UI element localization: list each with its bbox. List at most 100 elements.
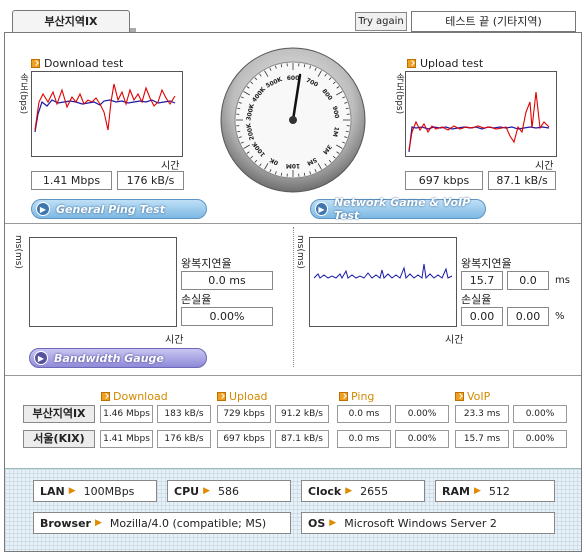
ping-left-y-label: ms(ms): [13, 235, 23, 269]
ping-right-loss-b: 0.00: [507, 307, 549, 326]
ping-left-rtt-label: 왕복지연율: [181, 257, 232, 270]
os-key: OS: [308, 516, 326, 530]
download-chart: [31, 71, 183, 157]
os-info: OS ▶ Microsoft Windows Server 2: [301, 512, 555, 534]
ping-left-loss-label: 손실율: [181, 293, 212, 306]
ping-right-loss-a: 0.00: [461, 307, 503, 326]
arrow-right-icon: ▶: [315, 202, 328, 216]
main-panel: Download test 속도(bps) 시간 1.41 Mbps 176 k…: [4, 32, 582, 552]
header-ping: Ping: [339, 390, 374, 403]
table-cell: 0.00%: [513, 430, 567, 448]
upload-chart: [405, 71, 557, 157]
clock-key: Clock: [308, 484, 342, 498]
lan-value: 100MBps: [83, 484, 135, 498]
cpu-info: CPU ▶ 586: [167, 480, 291, 502]
cpu-key: CPU: [174, 484, 200, 498]
network-game-voip-label: Network Game & VoIP Test: [333, 196, 471, 222]
upload-kbs: 87.1 kB/s: [488, 171, 556, 190]
ping-right-x-label: 시간: [445, 335, 464, 346]
row-label-seoul-kix: 서울(KIX): [23, 430, 95, 448]
dotted-divider: [293, 227, 294, 367]
bandwidth-gauge-button[interactable]: ▶ Bandwidth Gauge: [29, 348, 207, 368]
lan-info: LAN ▶ 100MBps: [33, 480, 157, 502]
arrow-right-icon: ▶: [34, 351, 48, 365]
row-label-busan-ix: 부산지역IX: [23, 405, 95, 423]
checkbox-icon: [31, 59, 40, 68]
table-cell: 729 kbps: [217, 405, 271, 423]
ping-left-loss-value: 0.00%: [181, 307, 273, 326]
upload-title-label: Upload test: [420, 57, 484, 70]
upload-x-label: 시간: [535, 161, 554, 172]
download-mbps: 1.41 Mbps: [31, 171, 112, 190]
triangle-right-icon: ▶: [345, 486, 353, 496]
os-value: Microsoft Windows Server 2: [344, 516, 497, 530]
ping-left-rtt-value: 0.0 ms: [181, 271, 273, 290]
header-upload-label: Upload: [229, 390, 268, 403]
download-title: Download test: [31, 57, 123, 70]
table-cell: 1.46 Mbps: [100, 405, 153, 423]
clock-value: 2655: [360, 484, 389, 498]
table-cell: 15.7 ms: [455, 430, 509, 448]
divider: [5, 223, 581, 224]
ping-right-rtt-label: 왕복지연율: [461, 257, 512, 270]
table-cell: 0.0 ms: [337, 430, 391, 448]
download-kbs: 176 kB/s: [117, 171, 184, 190]
try-again-button[interactable]: Try again: [355, 12, 407, 31]
ping-right-rtt-unit: ms: [555, 275, 570, 286]
system-info-panel: LAN ▶ 100MBps CPU ▶ 586 Clock ▶ 2655 RAM…: [5, 468, 581, 551]
download-x-label: 시간: [161, 161, 180, 172]
cpu-value: 586: [218, 484, 239, 498]
general-ping-test-label: General Ping Test: [56, 202, 165, 216]
checkbox-icon: [455, 392, 464, 401]
checkbox-icon: [101, 392, 110, 401]
general-ping-test-button[interactable]: ▶ General Ping Test: [31, 199, 207, 219]
ram-value: 512: [488, 484, 510, 498]
table-cell: 0.0 ms: [337, 405, 391, 423]
triangle-right-icon: ▶: [473, 486, 481, 496]
table-cell: 183 kB/s: [157, 405, 211, 423]
checkbox-icon: [339, 392, 348, 401]
header-ping-label: Ping: [351, 390, 375, 403]
table-cell: 91.2 kB/s: [275, 405, 329, 423]
upload-title: Upload test: [407, 57, 483, 70]
header-upload: Upload: [217, 390, 268, 403]
bandwidth-gauge-label: Bandwidth Gauge: [54, 351, 164, 365]
upload-kbps: 697 kbps: [405, 171, 483, 190]
browser-value: Mozilla/4.0 (compatible; MS): [109, 516, 267, 530]
download-y-label: 속도(bps): [18, 73, 28, 115]
checkbox-icon: [217, 392, 226, 401]
browser-key: Browser: [40, 516, 91, 530]
ping-right-chart: [309, 237, 457, 327]
checkbox-icon: [407, 59, 416, 68]
ping-left-x-label: 시간: [165, 335, 184, 346]
table-cell: 0.00%: [395, 430, 449, 448]
ping-right-rtt-b: 0.0: [507, 271, 549, 290]
ping-right-loss-label: 손실율: [461, 293, 492, 306]
tab-busan-ix[interactable]: 부산지역IX: [12, 10, 130, 32]
table-cell: 87.1 kB/s: [275, 430, 329, 448]
lan-key: LAN: [40, 484, 65, 498]
status-text: 테스트 끝 (기타지역): [411, 11, 576, 32]
ping-right-y-label: ms(ms): [295, 235, 305, 269]
ping-right-rtt-a: 15.7: [461, 271, 503, 290]
clock-info: Clock ▶ 2655: [301, 480, 425, 502]
ping-right-loss-unit: %: [555, 311, 565, 322]
ram-info: RAM ▶ 512: [435, 480, 555, 502]
table-cell: 0.00%: [513, 405, 567, 423]
table-cell: 0.00%: [395, 405, 449, 423]
table-cell: 697 kbps: [217, 430, 271, 448]
triangle-right-icon: ▶: [329, 518, 337, 528]
triangle-right-icon: ▶: [203, 486, 210, 496]
triangle-right-icon: ▶: [68, 486, 76, 496]
header-voip-label: VoIP: [467, 390, 491, 403]
ram-key: RAM: [442, 484, 470, 498]
header-download-label: Download: [113, 390, 168, 403]
table-cell: 1.41 Mbps: [100, 430, 153, 448]
divider: [5, 375, 581, 376]
table-cell: 23.3 ms: [455, 405, 509, 423]
gauge-label: 10M: [286, 162, 300, 169]
gauge-label: 600: [287, 75, 300, 82]
network-game-voip-test-button[interactable]: ▶ Network Game & VoIP Test: [310, 196, 486, 222]
download-title-label: Download test: [44, 57, 124, 70]
triangle-right-icon: ▶: [94, 518, 102, 528]
